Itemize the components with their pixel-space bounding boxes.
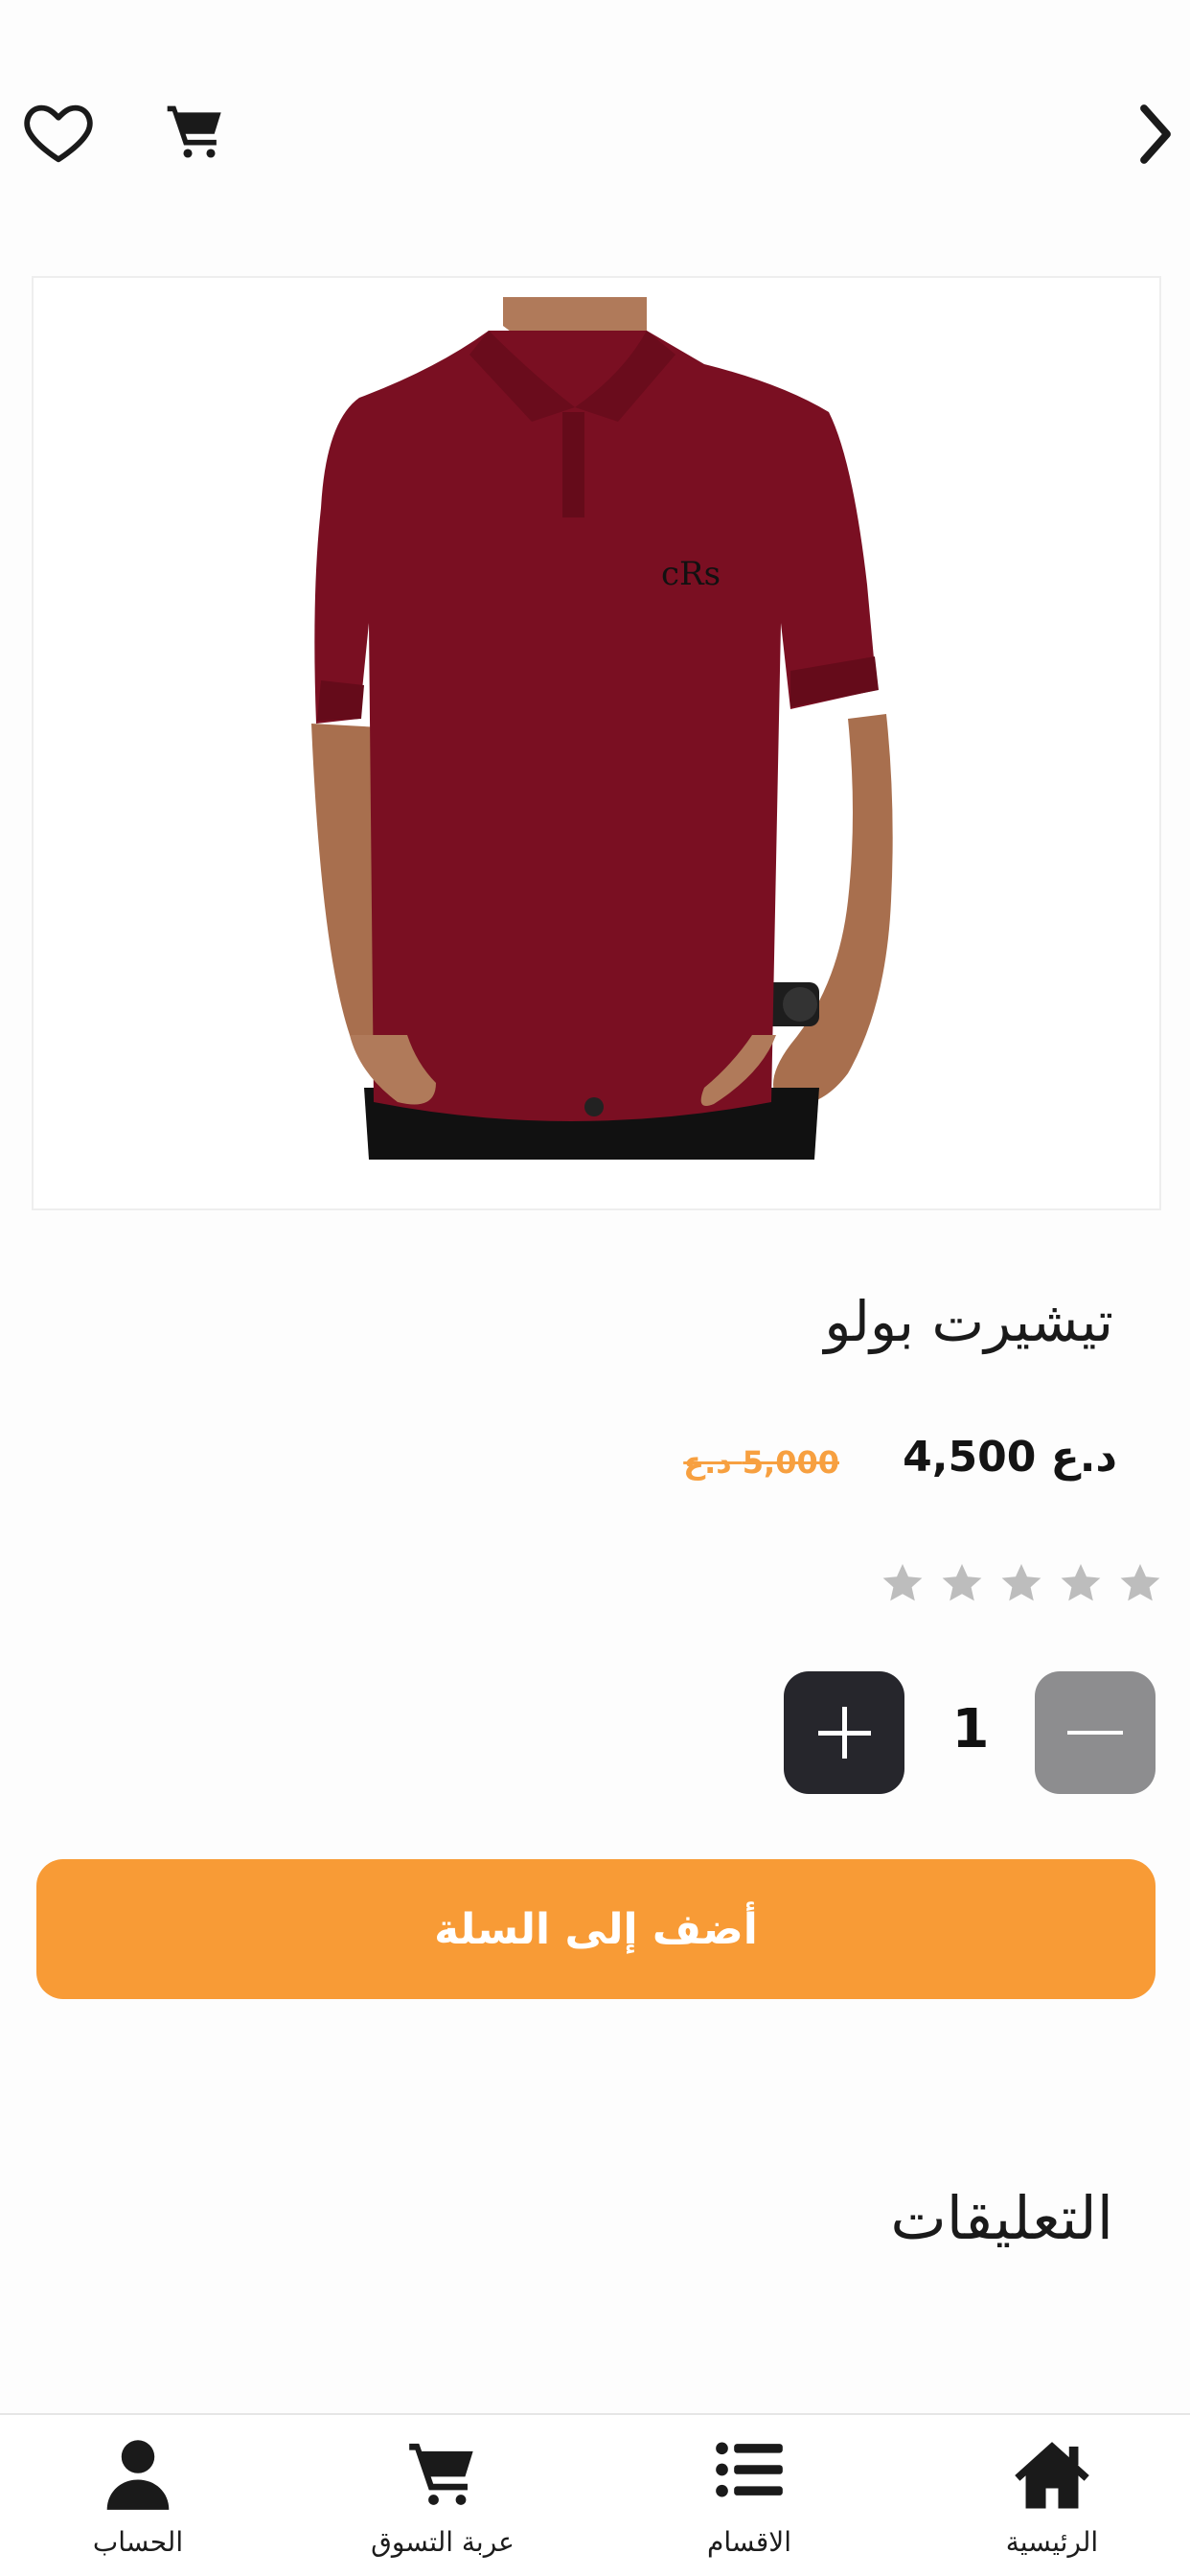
product-image: cRs	[32, 276, 1161, 1210]
add-to-cart-button[interactable]: أضف إلى السلة	[36, 1859, 1156, 1999]
list-icon	[716, 2442, 783, 2497]
star-icon[interactable]	[1058, 1560, 1104, 1606]
cart-button[interactable]	[161, 96, 230, 165]
bottom-navigation: الحساب عربة التسوق الاقسام الرئيسية	[0, 2413, 1190, 2576]
star-icon[interactable]	[939, 1560, 985, 1606]
favorite-button[interactable]	[21, 94, 96, 169]
decrease-quantity-button[interactable]	[1035, 1671, 1156, 1794]
quantity-value: 1	[951, 1698, 990, 1760]
nav-cart-label: عربة التسوق	[371, 2526, 515, 2558]
nav-categories-label: الاقسام	[707, 2526, 791, 2558]
nav-categories[interactable]: الاقسام	[625, 2415, 874, 2576]
nav-cart[interactable]: عربة التسوق	[318, 2415, 567, 2576]
minus-icon	[1067, 1731, 1123, 1735]
nav-account[interactable]: الحساب	[13, 2415, 263, 2576]
top-bar	[0, 86, 1190, 182]
product-title: تيشيرت بولو	[824, 1289, 1113, 1354]
star-icon[interactable]	[1117, 1560, 1163, 1606]
plus-icon	[818, 1707, 871, 1759]
star-icon[interactable]	[998, 1560, 1044, 1606]
nav-home[interactable]: الرئيسية	[927, 2415, 1177, 2576]
comments-heading: التعليقات	[890, 2183, 1113, 2253]
cart-icon	[409, 2443, 473, 2505]
cart-icon	[167, 105, 221, 158]
heart-icon	[24, 104, 93, 163]
quantity-stepper: 1	[0, 1669, 1190, 1800]
increase-quantity-button[interactable]	[784, 1671, 904, 1794]
product-page: cRs تيشيرت بولو د.ع 4,500 5,000 د.ع 1 أض…	[0, 0, 1190, 2576]
back-button[interactable]	[1131, 98, 1180, 171]
current-price: د.ع 4,500	[903, 1433, 1117, 1482]
svg-text:cRs: cRs	[661, 555, 721, 593]
rating-stars[interactable]	[880, 1560, 1167, 1614]
price-row: د.ع 4,500 5,000 د.ع	[446, 1433, 1117, 1500]
chevron-right-icon	[1140, 104, 1171, 164]
home-icon	[1015, 2442, 1089, 2509]
old-price: 5,000 د.ع	[683, 1444, 839, 1481]
user-icon	[106, 2440, 170, 2510]
nav-home-label: الرئيسية	[1005, 2526, 1099, 2558]
star-icon[interactable]	[880, 1560, 926, 1606]
nav-account-label: الحساب	[92, 2526, 184, 2558]
